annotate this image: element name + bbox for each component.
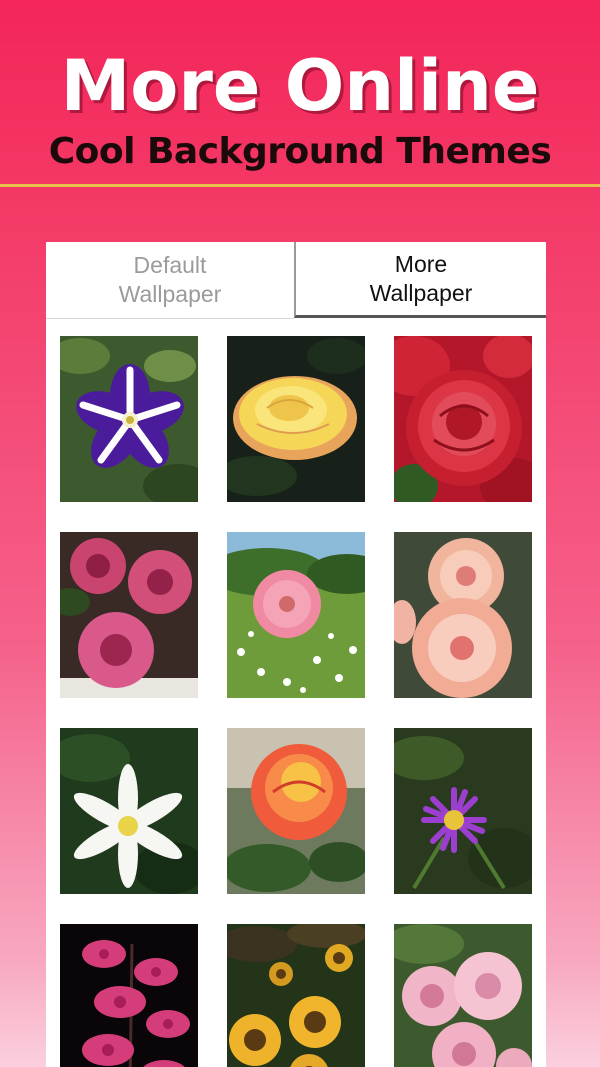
tab-more-line2: Wallpaper	[369, 279, 473, 306]
tab-more-wallpaper[interactable]: More Wallpaper	[294, 242, 546, 318]
white-lily-image	[60, 728, 198, 894]
wallpaper-thumb-11[interactable]	[227, 924, 365, 1067]
wallpaper-thumb-12[interactable]	[394, 924, 532, 1067]
wallpaper-thumb-9[interactable]	[394, 728, 532, 894]
yellow-rose-image	[227, 336, 365, 502]
tab-default-wallpaper[interactable]: Default Wallpaper	[46, 242, 294, 319]
sunflowers-image	[227, 924, 365, 1067]
wallpaper-thumb-4[interactable]	[60, 532, 198, 698]
wallpaper-thumb-3[interactable]	[394, 336, 532, 502]
purple-white-petunia-image	[60, 336, 198, 502]
banner-title: More Online	[60, 45, 540, 127]
peach-dahlia-image	[394, 532, 532, 698]
pink-orchid-image	[60, 924, 198, 1067]
banner-divider	[0, 184, 600, 187]
banner-subtitle: Cool Background Themes	[48, 131, 552, 172]
tab-default-line2: Wallpaper	[118, 281, 222, 307]
wallpaper-thumb-8[interactable]	[227, 728, 365, 894]
wallpaper-thumb-1[interactable]	[60, 336, 198, 502]
wallpaper-panel: Default Wallpaper More Wallpaper	[46, 242, 546, 1067]
wallpaper-thumb-5[interactable]	[227, 532, 365, 698]
purple-aster-image	[394, 728, 532, 894]
tab-more-line1: More	[394, 250, 448, 277]
wallpaper-thumb-10[interactable]	[60, 924, 198, 1067]
tab-bar: Default Wallpaper More Wallpaper	[46, 242, 546, 319]
pink-chrysanthemum-image	[60, 532, 198, 698]
pink-chrysanthemums-image	[394, 924, 532, 1067]
wallpaper-thumb-7[interactable]	[60, 728, 198, 894]
red-rose-image	[394, 336, 532, 502]
pink-gerbera-meadow-image	[227, 532, 365, 698]
orange-rose-image	[227, 728, 365, 894]
tab-default-line1: Default	[133, 252, 207, 278]
wallpaper-thumb-6[interactable]	[394, 532, 532, 698]
header-banner: More Online Cool Background Themes	[0, 0, 600, 185]
wallpaper-thumb-2[interactable]	[227, 336, 365, 502]
